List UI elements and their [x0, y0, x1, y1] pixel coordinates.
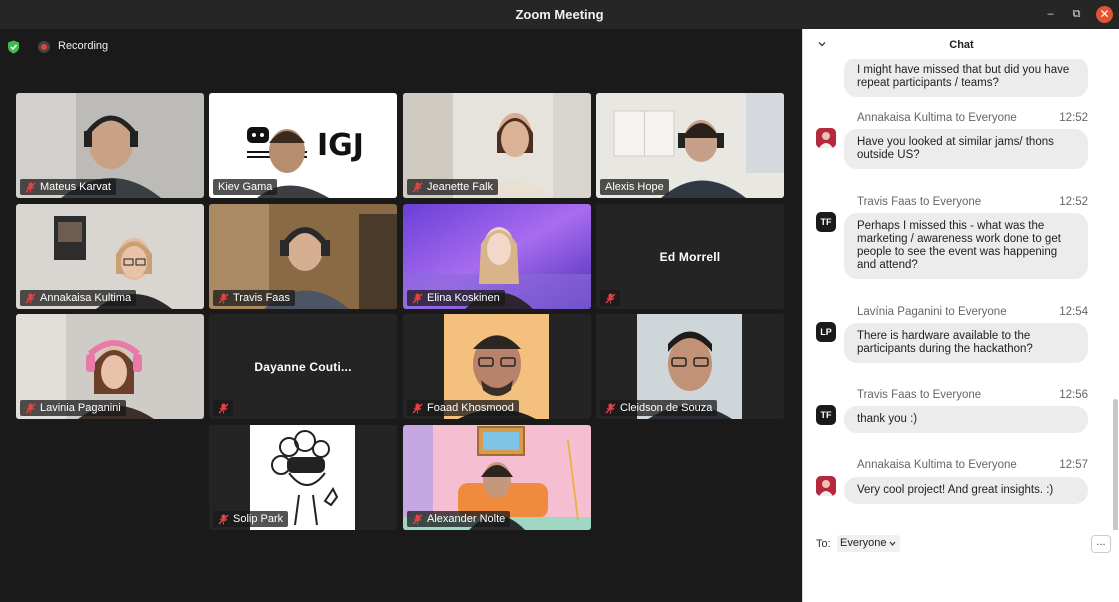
muted-mic-icon [25, 293, 36, 304]
participant-tile[interactable]: Mateus Karvat [16, 93, 204, 198]
participant-tile[interactable]: Cleidson de Souza [596, 314, 784, 419]
avatar [816, 476, 836, 496]
chat-sender: Travis Faas to Everyone [857, 389, 982, 401]
chat-message-bubble: thank you :) [844, 406, 1088, 433]
muted-mic-icon [218, 293, 229, 304]
chat-message-meta: Travis Faas to Everyone 12:52 [857, 196, 1088, 208]
muted-mic-icon [605, 293, 616, 304]
chat-panel: Chat I might have missed that but did yo… [802, 29, 1119, 602]
avatar: LP [816, 322, 836, 342]
maximize-button[interactable]: ⧉ [1068, 6, 1085, 23]
chat-timestamp: 12:57 [1059, 459, 1088, 471]
more-options-button[interactable]: ... [1091, 535, 1111, 553]
participant-tile-no-video[interactable]: Ed Morrell [596, 204, 784, 309]
avatar: TF [816, 405, 836, 425]
participant-name: Lavinia Paganini [20, 400, 126, 416]
recipient-select[interactable]: Everyone [837, 535, 901, 552]
avatar [816, 128, 836, 148]
participant-name: Alexis Hope [600, 179, 669, 195]
muted-mic-badge [213, 400, 233, 416]
chat-message-bubble: I might have missed that but did you hav… [844, 59, 1088, 97]
chat-sender: Annakaisa Kultima to Everyone [857, 459, 1017, 471]
chat-timestamp: 12:54 [1059, 306, 1088, 318]
participant-name: Alexander Nolte [407, 511, 511, 527]
participant-tile[interactable]: Alexander Nolte [403, 425, 591, 530]
participant-name: Foaad Khosmood [407, 400, 519, 416]
shield-icon[interactable] [7, 40, 20, 54]
participant-name: Kiev Gama [213, 179, 278, 195]
participant-tile[interactable]: Travis Faas [209, 204, 397, 309]
participant-tile[interactable]: Elina Koskinen [403, 204, 591, 309]
participant-name: Solip Park [213, 511, 289, 527]
avatar: TF [816, 212, 836, 232]
chevron-down-icon [890, 541, 896, 546]
muted-mic-icon [605, 403, 616, 414]
participant-tile[interactable]: Lavinia Paganini [16, 314, 204, 419]
participant-name: Jeanette Falk [407, 179, 499, 195]
title-bar: Zoom Meeting – ⧉ ✕ [0, 0, 1119, 29]
participant-name: Elina Koskinen [407, 290, 505, 306]
window-title: Zoom Meeting [515, 7, 604, 22]
participant-name: Travis Faas [213, 290, 296, 306]
muted-mic-icon [412, 182, 423, 193]
igj-logo: IGJ [317, 128, 364, 163]
muted-mic-icon [25, 403, 36, 414]
chat-timestamp: 12:52 [1059, 112, 1088, 124]
participant-display-name: Ed Morrell [659, 250, 721, 264]
participant-tile[interactable]: Foaad Khosmood [403, 314, 591, 419]
close-button[interactable]: ✕ [1096, 6, 1113, 23]
video-gallery: Recording Mateus Karvat IGJ Kiev Gama Je… [0, 29, 802, 602]
participant-tile-no-video[interactable]: Dayanne Couti... [209, 314, 397, 419]
chat-message-meta: Annakaisa Kultima to Everyone 12:52 [857, 112, 1088, 124]
chat-message-bubble: Perhaps I missed this - what was the mar… [844, 213, 1088, 279]
muted-mic-icon [25, 182, 36, 193]
muted-mic-icon [218, 514, 229, 525]
avatar-photo [816, 128, 836, 148]
chat-header: Chat [803, 29, 1119, 59]
muted-mic-icon [412, 403, 423, 414]
chat-message-list[interactable]: I might have missed that but did you hav… [803, 59, 1119, 557]
muted-mic-icon [218, 403, 229, 414]
chat-message-meta: Travis Faas to Everyone 12:56 [857, 389, 1088, 401]
recording-icon[interactable] [38, 41, 50, 53]
chat-sender: Annakaisa Kultima to Everyone [857, 112, 1017, 124]
muted-mic-icon [412, 293, 423, 304]
avatar-photo [816, 476, 836, 496]
chat-title: Chat [949, 39, 974, 51]
recipient-label: To: [816, 538, 831, 550]
chat-timestamp: 12:56 [1059, 389, 1088, 401]
participant-name: Annakaisa Kultima [20, 290, 137, 306]
recipient-value: Everyone [840, 537, 887, 549]
chat-sender: Lavínia Paganini to Everyone [857, 306, 1007, 318]
chat-timestamp: 12:52 [1059, 196, 1088, 208]
participant-display-name: Dayanne Couti... [254, 360, 352, 374]
chat-sender: Travis Faas to Everyone [857, 196, 982, 208]
chat-message-meta: Annakaisa Kultima to Everyone 12:57 [857, 459, 1088, 471]
participant-name: Cleidson de Souza [600, 400, 718, 416]
participant-tile[interactable]: Alexis Hope [596, 93, 784, 198]
participant-tile[interactable]: Jeanette Falk [403, 93, 591, 198]
participant-name: Mateus Karvat [20, 179, 116, 195]
chat-message-bubble: Very cool project! And great insights. :… [844, 477, 1088, 504]
muted-mic-icon [412, 514, 423, 525]
recording-label: Recording [58, 40, 109, 52]
participant-tile-active-speaker[interactable]: IGJ Kiev Gama [209, 93, 397, 198]
participant-tile[interactable]: Solip Park [209, 425, 397, 530]
chat-message-bubble: Have you looked at similar jams/ thons o… [844, 129, 1088, 169]
chat-footer: To: Everyone ... [803, 530, 1119, 602]
muted-mic-badge [600, 290, 620, 306]
participant-tile[interactable]: Annakaisa Kultima [16, 204, 204, 309]
chat-message-meta: Lavínia Paganini to Everyone 12:54 [857, 306, 1088, 318]
minimize-button[interactable]: – [1042, 6, 1059, 23]
chat-message-bubble: There is hardware available to the parti… [844, 323, 1088, 363]
